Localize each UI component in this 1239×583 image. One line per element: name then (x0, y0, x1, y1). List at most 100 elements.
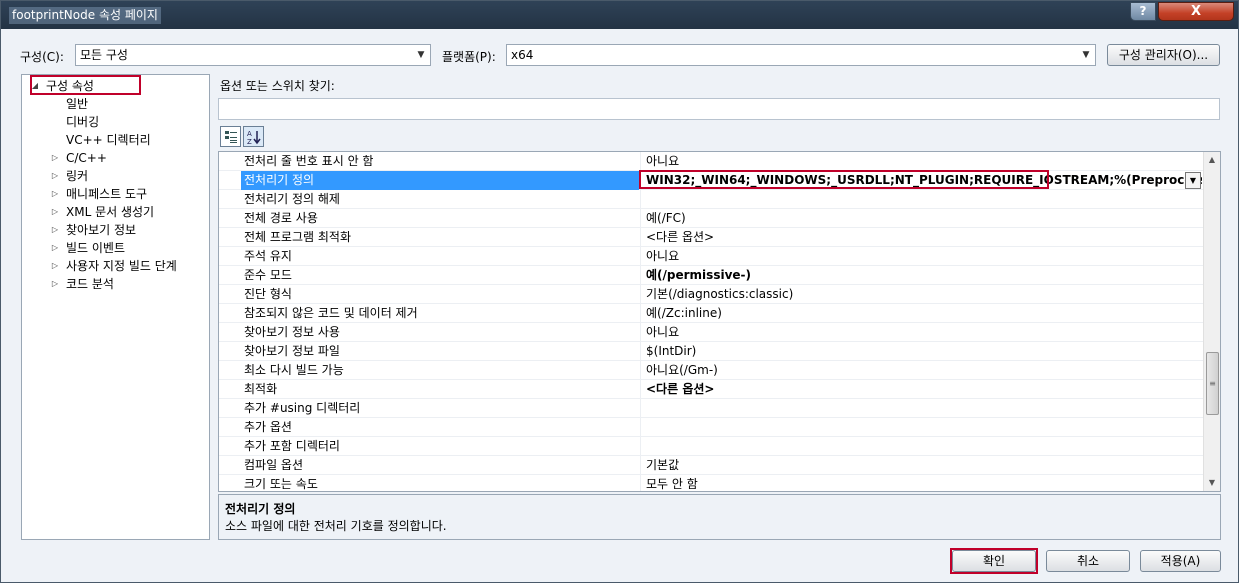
platform-select[interactable]: x64 ▼ (506, 44, 1096, 66)
description-text: 소스 파일에 대한 전처리 기호를 정의합니다. (225, 519, 447, 533)
description-panel: 전처리기 정의 소스 파일에 대한 전처리 기호를 정의합니다. (218, 494, 1221, 540)
tree-item-label: XML 문서 생성기 (66, 205, 155, 219)
alphabetical-sort-icon[interactable]: A Z (243, 126, 264, 147)
property-value[interactable] (640, 437, 1202, 456)
config-label: 구성(C): (20, 50, 64, 64)
property-name: 전체 프로그램 최적화 (244, 230, 351, 244)
tree-item-debugging[interactable]: 디버깅 (66, 113, 99, 131)
platform-select-value: x64 (511, 48, 534, 62)
property-value[interactable]: 모두 안 함 (640, 475, 1202, 491)
highlight-box (639, 170, 1049, 189)
scroll-thumb[interactable]: ≡ (1206, 352, 1219, 415)
property-row[interactable]: 전체 경로 사용 예(/FC) (219, 209, 1204, 228)
property-name: 추가 포함 디렉터리 (244, 439, 340, 453)
window-title: footprintNode 속성 페이지 (9, 7, 161, 24)
property-name: 전처리 줄 번호 표시 안 함 (244, 154, 374, 168)
property-row[interactable]: 전처리기 정의 WIN32;_WIN64;_WINDOWS;_USRDLL;NT_… (219, 170, 1204, 190)
property-value[interactable]: <다른 옵션> (640, 228, 1202, 247)
categorized-view-icon[interactable] (220, 126, 241, 147)
property-value[interactable]: <다른 옵션> (640, 380, 1202, 399)
svg-text:A: A (247, 130, 252, 138)
config-select[interactable]: 모든 구성 ▼ (75, 44, 431, 66)
collapsed-arrow-icon[interactable]: ▷ (50, 239, 60, 257)
property-value[interactable]: 예(/Zc:inline) (640, 304, 1202, 323)
property-row[interactable]: 추가 #using 디렉터리 (219, 399, 1204, 418)
property-row[interactable]: 추가 옵션 (219, 418, 1204, 437)
collapsed-arrow-icon[interactable]: ▷ (50, 185, 60, 203)
help-button[interactable]: ? (1130, 2, 1156, 21)
collapsed-arrow-icon[interactable]: ▷ (50, 203, 60, 221)
property-value[interactable]: $(IntDir) (640, 342, 1202, 361)
tree-item-vc-directories[interactable]: VC++ 디렉터리 (66, 131, 151, 149)
property-value[interactable]: 아니요 (640, 323, 1202, 342)
svg-text:Z: Z (247, 138, 252, 145)
property-row[interactable]: 주석 유지 아니요 (219, 247, 1204, 266)
property-value[interactable] (640, 418, 1202, 437)
property-row[interactable]: 전처리기 정의 해제 (219, 190, 1204, 209)
property-value[interactable]: 기본(/diagnostics:classic) (640, 285, 1202, 304)
property-name: 준수 모드 (244, 268, 292, 282)
cancel-button[interactable]: 취소 (1046, 550, 1130, 572)
platform-label: 플랫폼(P): (442, 50, 496, 64)
property-row[interactable]: 크기 또는 속도 모두 안 함 (219, 475, 1204, 491)
property-name: 참조되지 않은 코드 및 데이터 제거 (244, 306, 418, 320)
property-row[interactable]: 준수 모드 예(/permissive-) (219, 266, 1204, 285)
property-value[interactable]: 예(/FC) (640, 209, 1202, 228)
property-name: 추가 옵션 (244, 420, 292, 434)
title-bar[interactable]: footprintNode 속성 페이지 ? X (1, 1, 1238, 29)
search-label: 옵션 또는 스위치 찾기: (220, 79, 335, 93)
property-value[interactable]: 아니요 (640, 152, 1202, 171)
property-name: 찾아보기 정보 사용 (244, 325, 340, 339)
property-name: 크기 또는 속도 (244, 477, 318, 491)
property-row[interactable]: 컴파일 옵션 기본값 (219, 456, 1204, 475)
config-select-value: 모든 구성 (80, 48, 128, 62)
chevron-down-icon[interactable]: ▼ (1185, 172, 1201, 189)
apply-button[interactable]: 적용(A) (1140, 550, 1221, 572)
tree-item-label: 코드 분석 (66, 277, 114, 291)
search-input[interactable] (218, 98, 1220, 120)
property-value[interactable]: 아니요 (640, 247, 1202, 266)
property-name: 추가 #using 디렉터리 (244, 401, 361, 415)
property-value[interactable] (640, 399, 1202, 418)
property-row[interactable]: 최적화 <다른 옵션> (219, 380, 1204, 399)
property-value[interactable]: 아니요(/Gm-) (640, 361, 1202, 380)
close-button[interactable]: X (1158, 2, 1234, 21)
property-row[interactable]: 전체 프로그램 최적화 <다른 옵션> (219, 228, 1204, 247)
property-row[interactable]: 찾아보기 정보 사용 아니요 (219, 323, 1204, 342)
collapsed-arrow-icon[interactable]: ▷ (50, 275, 60, 293)
tree-item-label: 링커 (66, 169, 89, 183)
vertical-scrollbar[interactable]: ▲ ≡ ▼ (1203, 152, 1220, 491)
highlight-box (950, 548, 1038, 574)
property-value[interactable] (640, 190, 1202, 209)
tree-item-label: 빌드 이벤트 (66, 241, 126, 255)
property-name: 주석 유지 (244, 249, 292, 263)
property-row[interactable]: 진단 형식 기본(/diagnostics:classic) (219, 285, 1204, 304)
property-name: 컴파일 옵션 (244, 458, 304, 472)
tree-item-label: C/C++ (66, 151, 107, 165)
property-row[interactable]: 참조되지 않은 코드 및 데이터 제거 예(/Zc:inline) (219, 304, 1204, 323)
property-row[interactable]: 추가 포함 디렉터리 (219, 437, 1204, 456)
property-value[interactable]: 예(/permissive-) (640, 266, 1202, 285)
scroll-down-icon[interactable]: ▼ (1204, 475, 1220, 491)
chevron-down-icon: ▼ (1082, 50, 1090, 60)
collapsed-arrow-icon[interactable]: ▷ (50, 257, 60, 275)
property-value[interactable]: 기본값 (640, 456, 1202, 475)
tree-item-label: 사용자 지정 빌드 단계 (66, 259, 177, 273)
property-row[interactable]: 찾아보기 정보 파일 $(IntDir) (219, 342, 1204, 361)
description-title: 전처리기 정의 (225, 502, 296, 516)
collapsed-arrow-icon[interactable]: ▷ (50, 221, 60, 239)
property-name: 진단 형식 (244, 287, 292, 301)
property-grid[interactable]: 전처리 줄 번호 표시 안 함 아니요 전처리기 정의 WIN32;_WIN64;_W… (218, 151, 1221, 492)
property-row[interactable]: 전처리 줄 번호 표시 안 함 아니요 (219, 152, 1204, 171)
property-tree[interactable]: ◢ 구성 속성 일반 디버깅 VC++ 디렉터리 ▷ C/C++ ▷ 링커 ▷ … (21, 74, 210, 540)
chevron-down-icon: ▼ (417, 50, 425, 60)
collapsed-arrow-icon[interactable]: ▷ (50, 167, 60, 185)
tree-item-general[interactable]: 일반 (66, 95, 88, 113)
scroll-up-icon[interactable]: ▲ (1204, 152, 1220, 168)
config-manager-button[interactable]: 구성 관리자(O)... (1107, 44, 1220, 66)
collapsed-arrow-icon[interactable]: ▷ (50, 149, 60, 167)
tree-item-label: 매니페스트 도구 (66, 187, 148, 201)
property-name: 전처리기 정의 (241, 171, 639, 190)
property-row[interactable]: 최소 다시 빌드 가능 아니요(/Gm-) (219, 361, 1204, 380)
property-name: 찾아보기 정보 파일 (244, 344, 340, 358)
